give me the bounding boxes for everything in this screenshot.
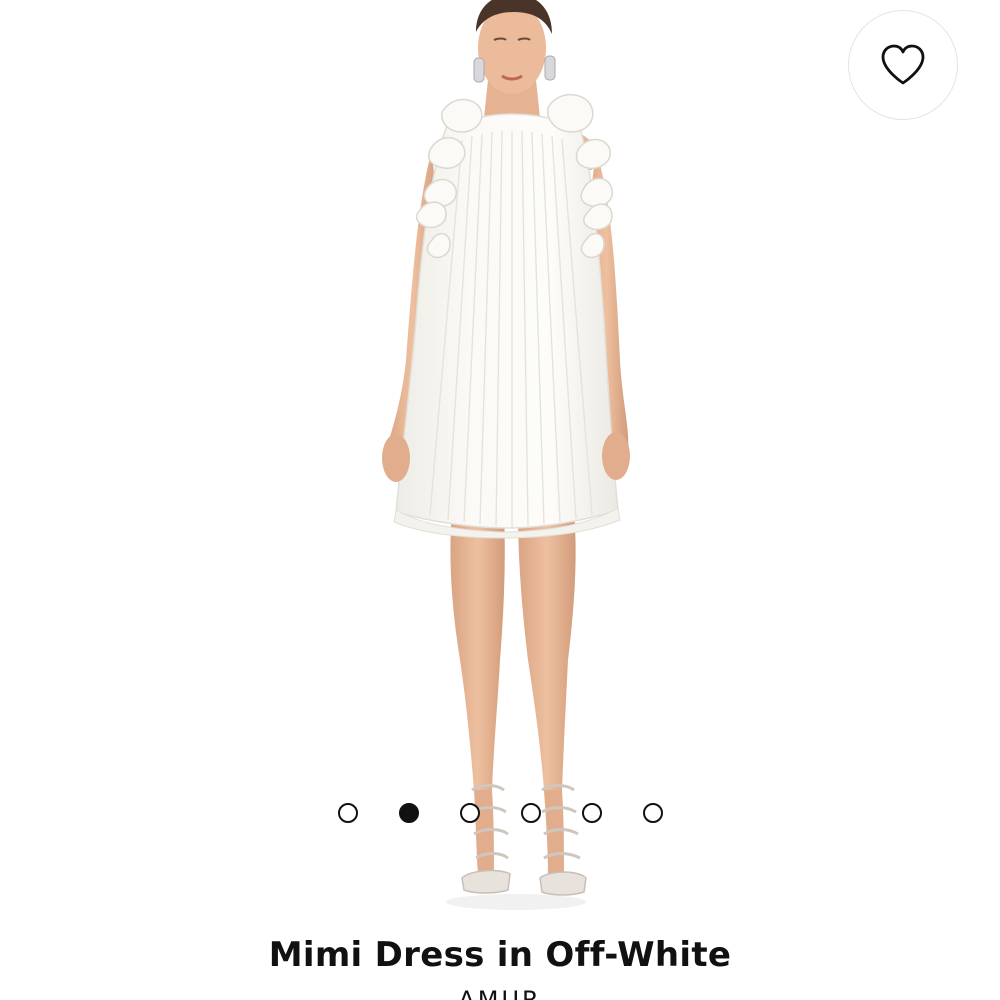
product-title: Mimi Dress in Off-White	[268, 935, 732, 975]
product-detail-screen: Mimi Dress in Off-White AMUR	[0, 0, 1000, 1000]
carousel-dot-5[interactable]	[582, 803, 602, 823]
favorite-button[interactable]	[848, 10, 958, 120]
image-carousel-indicator	[0, 803, 1000, 825]
product-image[interactable]	[0, 0, 1000, 915]
carousel-dot-1[interactable]	[338, 803, 358, 823]
carousel-dot-6[interactable]	[643, 803, 663, 823]
carousel-dot-4[interactable]	[521, 803, 541, 823]
carousel-dot-2[interactable]	[399, 803, 419, 823]
carousel-dot-3[interactable]	[460, 803, 480, 823]
product-brand[interactable]: AMUR	[0, 985, 1000, 1000]
model-wearing-dress-illustration	[382, 0, 630, 910]
heart-outline-icon	[879, 43, 927, 87]
